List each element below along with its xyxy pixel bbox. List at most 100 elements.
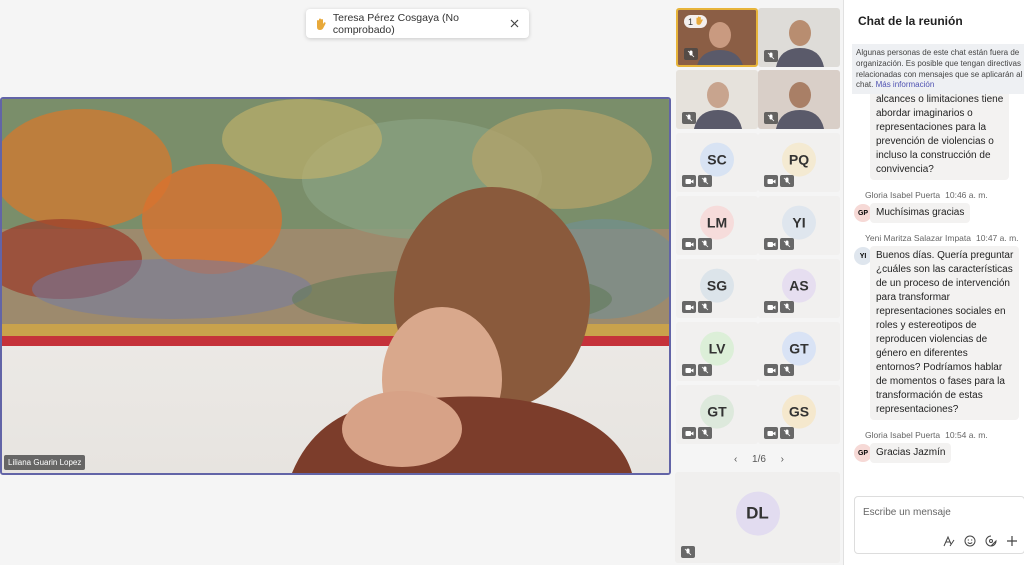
participant-tile[interactable]: LM: [676, 196, 758, 255]
camera-off-icon: [764, 364, 778, 376]
chat-title: Chat de la reunión: [858, 14, 963, 28]
message-line: de un proceso de intervención: [876, 278, 1010, 289]
muted-mic-icon: [780, 427, 794, 439]
chat-panel: Chat de la reunión Algunas personas de e…: [843, 0, 1024, 565]
muted-mic-icon: [780, 175, 794, 187]
muted-mic-icon: [698, 364, 712, 376]
more-info-link[interactable]: Más información: [876, 80, 935, 89]
close-icon[interactable]: [508, 17, 521, 31]
participant-avatar: PQ: [782, 142, 816, 177]
message-line: prevención de violencias o: [876, 136, 994, 147]
add-icon[interactable]: [1005, 534, 1018, 547]
muted-mic-icon: [682, 112, 696, 124]
muted-mic-icon: [681, 546, 695, 558]
participant-avatar: SC: [700, 142, 734, 177]
muted-mic-icon: [698, 427, 712, 439]
participant-tile[interactable]: YI: [758, 196, 840, 255]
muted-mic-icon: [780, 238, 794, 250]
camera-off-icon: [764, 427, 778, 439]
camera-off-icon: [682, 175, 696, 187]
participant-tile[interactable]: GS: [758, 385, 840, 444]
message-line: convivencia?: [876, 164, 934, 175]
message-author: Gloria Isabel Puerta: [865, 190, 941, 200]
participant-avatar: LV: [700, 331, 734, 366]
next-page-button[interactable]: ›: [781, 454, 784, 465]
participant-tile[interactable]: GT: [676, 385, 758, 444]
video-frame: [2, 99, 669, 473]
raised-hand-icon: [314, 17, 327, 31]
message-line: Buenos días. Quería preguntar: [876, 250, 1014, 261]
camera-off-icon: [764, 238, 778, 250]
format-icon[interactable]: [942, 534, 955, 547]
main-video-feed[interactable]: Liliana Guarin Lopez: [0, 97, 671, 475]
message-line: alcances o limitaciones tiene: [876, 94, 1004, 105]
muted-mic-icon: [698, 175, 712, 187]
message-line: incluso la construcción de: [876, 150, 991, 161]
muted-mic-icon: [684, 48, 698, 60]
participant-video-tile[interactable]: [676, 70, 758, 129]
sticker-icon[interactable]: [984, 534, 997, 547]
participant-tile[interactable]: SC: [676, 133, 758, 192]
raised-hand-count: 1: [688, 16, 694, 27]
participant-tile[interactable]: PQ: [758, 133, 840, 192]
message-line: para transformar: [876, 292, 950, 303]
raised-hand-icon: [695, 16, 703, 27]
participant-tile-dl[interactable]: DL: [675, 472, 840, 563]
emoji-icon[interactable]: [963, 534, 976, 547]
participant-name-label: Liliana Guarin Lopez: [4, 455, 86, 470]
message-meta: Gloria Isabel Puerta 10:54 a. m.: [865, 430, 988, 440]
message-line: representaciones?: [876, 404, 959, 415]
chat-message[interactable]: Gracias Jazmín: [870, 443, 952, 463]
participant-avatar: GS: [782, 394, 816, 429]
participant-avatar: GT: [700, 394, 734, 429]
message-line: representaciones sociales en: [876, 306, 1006, 317]
message-line: roles y estereotipos de: [876, 320, 977, 331]
participant-video-tile[interactable]: [758, 70, 840, 129]
message-time: 10:54 a. m.: [945, 430, 988, 440]
camera-off-icon: [764, 175, 778, 187]
camera-off-icon: [764, 301, 778, 313]
message-line: reproducen violencias de: [876, 334, 988, 345]
chat-message[interactable]: Muchísimas gracias: [870, 203, 971, 223]
muted-mic-icon: [764, 50, 778, 62]
camera-off-icon: [682, 301, 696, 313]
message-line: Gracias Jazmín: [876, 447, 946, 458]
participant-avatar: SG: [700, 268, 734, 303]
message-compose-box[interactable]: Escribe un mensaje: [854, 496, 1024, 554]
compose-toolbar: [942, 534, 1018, 547]
raised-hand-badge: 1: [684, 15, 708, 28]
participant-tile[interactable]: LV: [676, 322, 758, 381]
compose-placeholder: Escribe un mensaje: [863, 507, 951, 518]
participant-tile[interactable]: GT: [758, 322, 840, 381]
previous-page-button[interactable]: ‹: [734, 454, 737, 465]
message-line: representaciones para la: [876, 122, 987, 133]
message-line: abordar imaginarios o: [876, 108, 973, 119]
notification-text: Teresa Pérez Cosgaya (No comprobado): [332, 11, 459, 36]
participant-video-tile[interactable]: [758, 8, 840, 67]
chat-message[interactable]: alcances o limitaciones tiene abordar ima…: [870, 94, 1010, 180]
raised-hand-notification[interactable]: Teresa Pérez Cosgaya (No comprobado): [306, 9, 529, 38]
muted-mic-icon: [698, 238, 712, 250]
message-line: género en diferentes: [876, 348, 968, 359]
page-indicator: 1/6: [752, 453, 766, 465]
message-author: Gloria Isabel Puerta: [865, 430, 941, 440]
muted-mic-icon: [698, 301, 712, 313]
muted-mic-icon: [764, 112, 778, 124]
muted-mic-icon: [780, 301, 794, 313]
gallery-pager: ‹ 1/6 ›: [734, 452, 784, 466]
chat-messages: alcances o limitaciones tiene abordar ima…: [844, 94, 1024, 494]
muted-mic-icon: [780, 364, 794, 376]
message-time: 10:46 a. m.: [945, 190, 988, 200]
message-line: ¿cuáles son las características: [876, 264, 1013, 275]
participant-video-tile[interactable]: 1: [676, 8, 758, 67]
participant-tile[interactable]: SG: [676, 259, 758, 318]
chat-message[interactable]: Buenos días. Quería preguntar ¿cuáles son…: [870, 246, 1020, 420]
participant-tile[interactable]: AS: [758, 259, 840, 318]
message-line: de momentos o fases para la: [876, 376, 1005, 387]
message-author: Yeni Maritza Salazar Impata: [865, 233, 971, 243]
message-line: entornos? Podríamos hablar: [876, 362, 1003, 373]
participant-avatar: AS: [782, 268, 816, 303]
participant-avatar: DL: [735, 491, 780, 536]
message-line: transformación de estas: [876, 390, 983, 401]
participant-avatar: LM: [700, 205, 734, 240]
